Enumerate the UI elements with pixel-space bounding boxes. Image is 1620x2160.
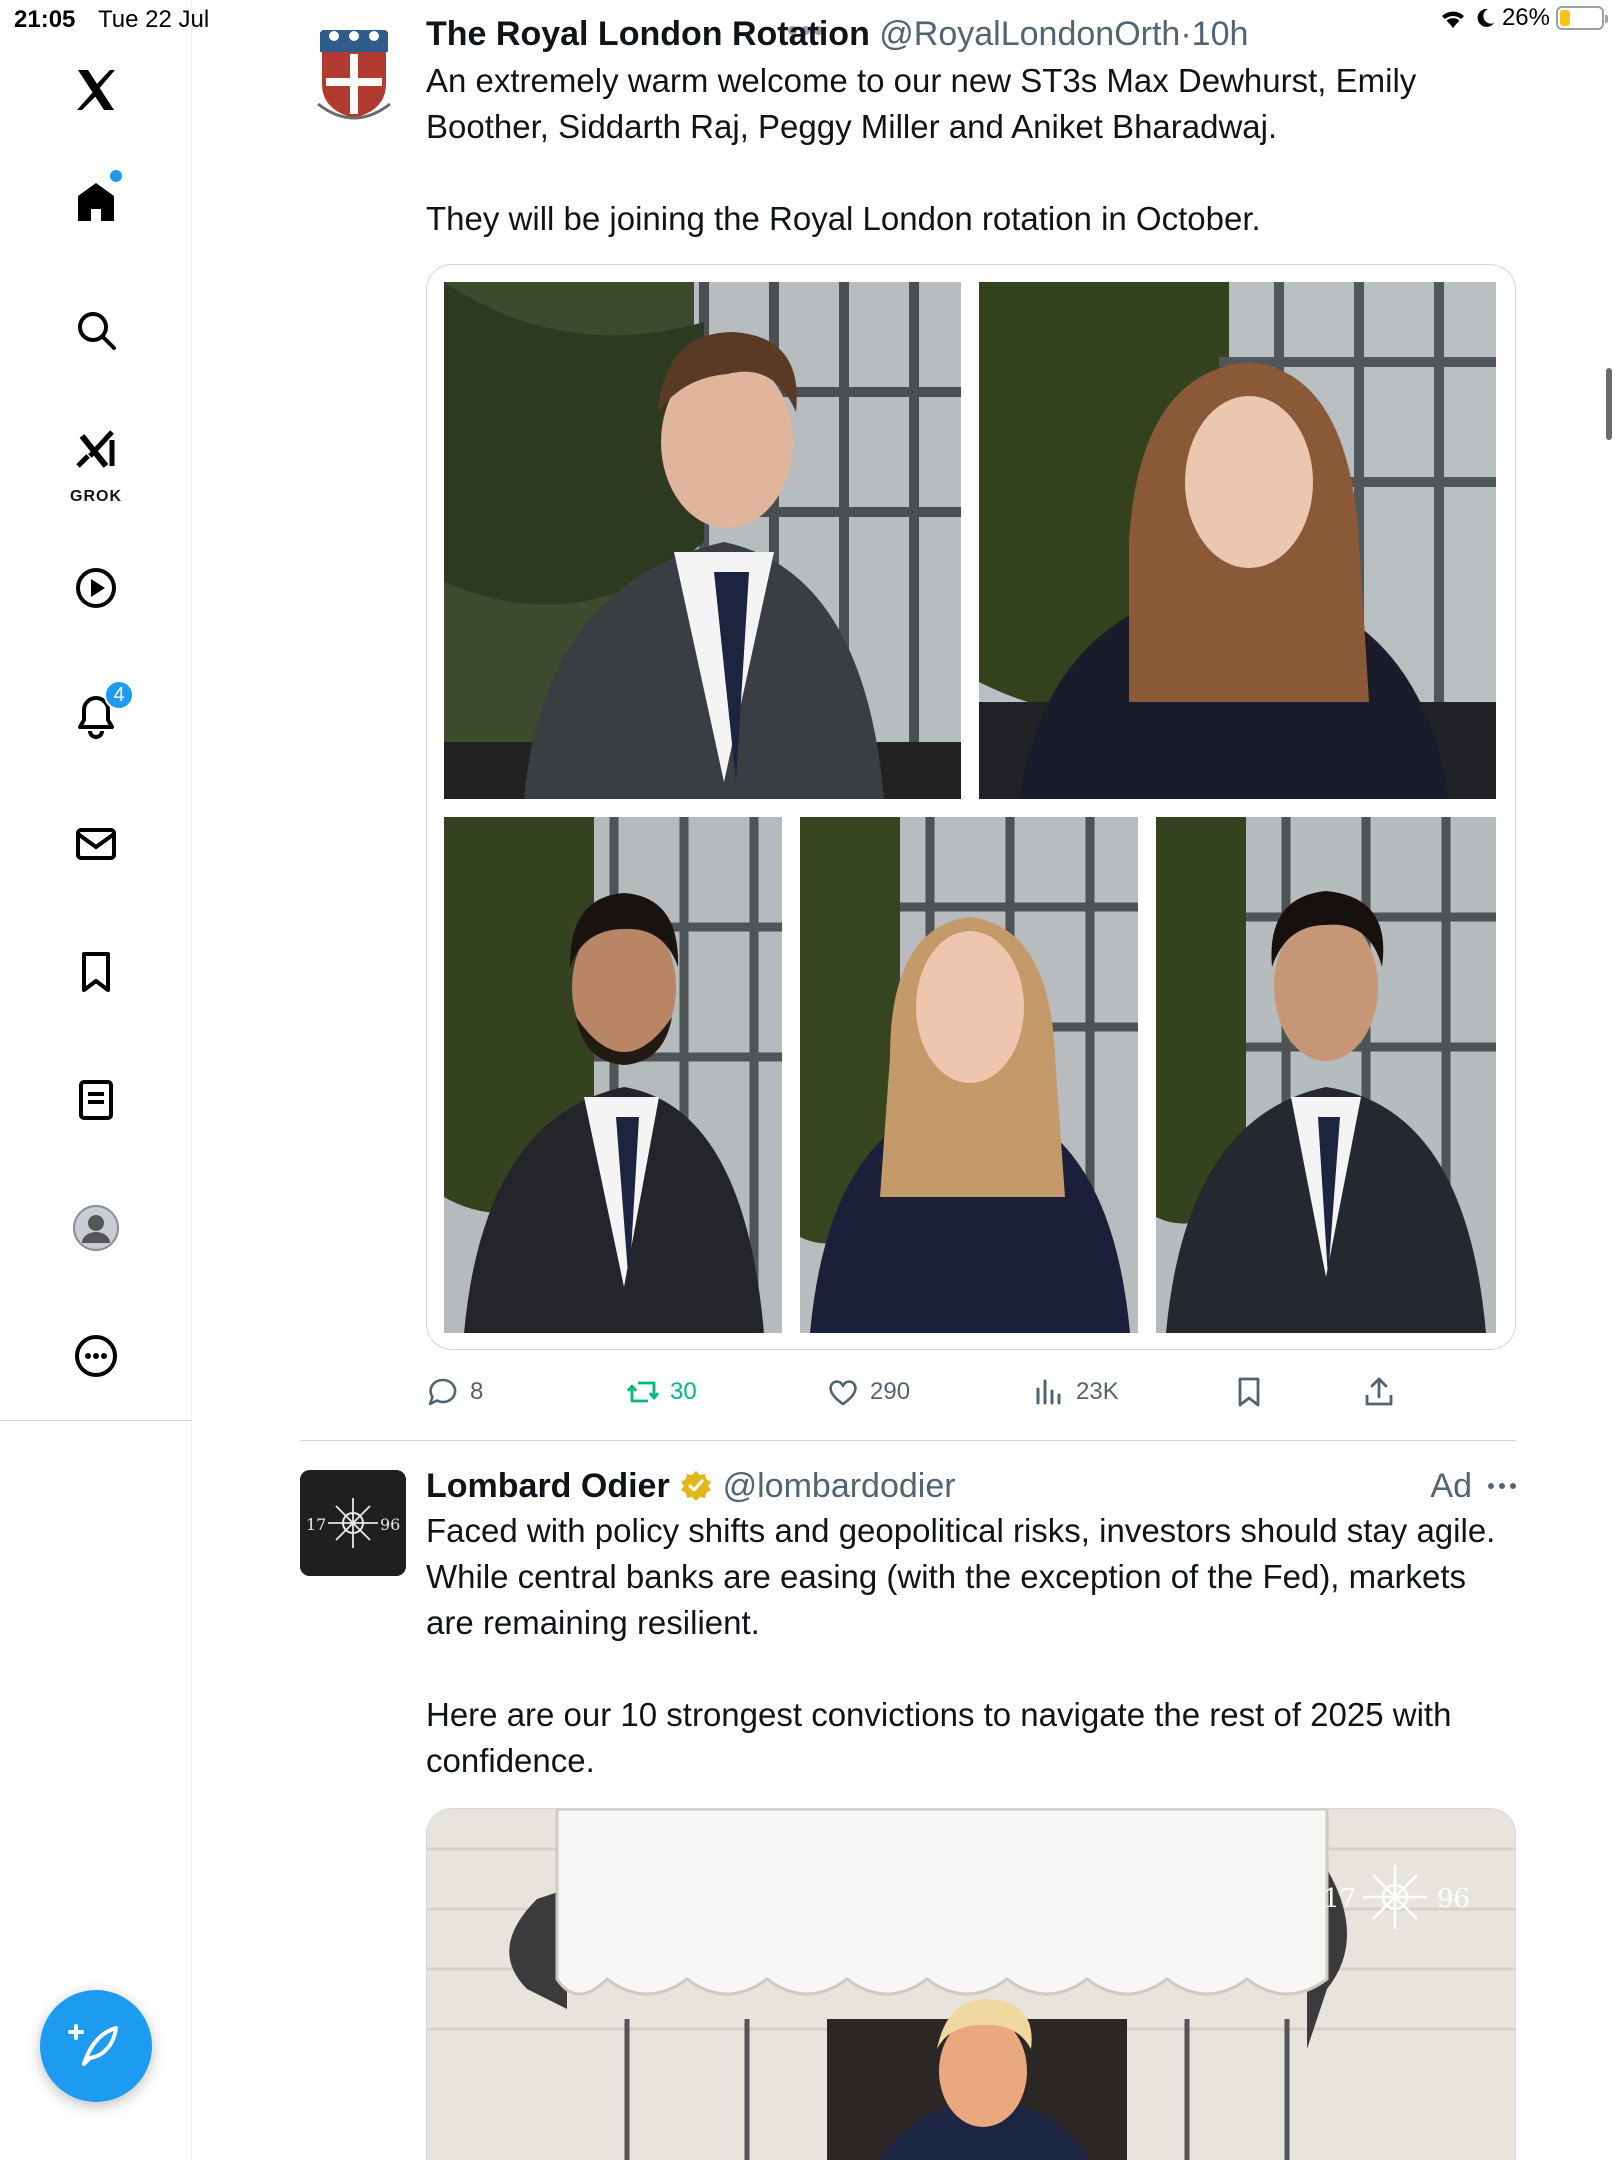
svg-text:17: 17 [306,1515,326,1534]
author-handle[interactable]: @lombardodier [723,1467,956,1505]
photo-aniket-bharadwaj[interactable] [1156,817,1496,1333]
home-icon [78,183,114,221]
x-logo-icon[interactable] [56,50,136,130]
post-time[interactable]: 10h [1192,15,1249,53]
grok-label: GROK [70,488,122,505]
tweet-lombard-odier-ad[interactable]: 17 96 Lombard Odier @lombardodier Ad Fac… [300,1466,1516,2160]
reply-button[interactable]: 8 [426,1370,483,1414]
reply-count: 8 [470,1378,484,1405]
notifications-badge: 4 [104,680,134,710]
sidebar-item-search[interactable] [56,290,136,370]
play-icon [76,568,116,608]
sidebar-item-profile[interactable] [56,1188,136,1268]
tweet-paragraph-blank [426,150,1516,196]
list-icon [79,1080,113,1120]
like-count: 290 [870,1378,911,1405]
ad-indicator: Ad [1430,1466,1516,1506]
tweet-paragraph: Here are our 10 strongest convictions to… [426,1696,1452,1779]
heart-icon [829,1380,857,1406]
lombard-odier-logo-icon: 17 96 [300,1470,406,1576]
repost-icon [626,1381,660,1403]
photo-peggy-miller[interactable] [800,817,1138,1333]
repost-button[interactable]: 30 [626,1370,697,1414]
author-name[interactable]: The Royal London Rotation [426,15,870,53]
svg-text:17: 17 [1323,1884,1356,1914]
bookmark-icon [82,952,110,992]
photo-siddarth-raj[interactable] [444,817,782,1333]
views-chart-icon [1036,1379,1061,1405]
tweet-actions: 8 30 290 23K [426,1370,1516,1414]
author-name[interactable]: Lombard Odier [426,1467,670,1505]
more-options-icon[interactable] [1488,1483,1516,1489]
avatar[interactable]: 17 96 [300,1470,406,1576]
mail-icon [76,828,116,860]
tweet-header: The Royal London Rotation @RoyalLondonOr… [426,14,1248,54]
search-icon [78,312,116,350]
sidebar-item-videos[interactable] [56,548,136,628]
sidebar-item-home[interactable] [56,162,136,242]
share-icon [1365,1377,1393,1406]
profile-avatar-icon [73,1205,119,1251]
tweet-text: An extremely warm welcome to our new ST3… [426,58,1516,242]
sidebar-nav: GROK 4 [0,0,192,2160]
avatar[interactable] [300,20,408,128]
photo-grid[interactable] [426,264,1516,1350]
tweet-header: Lombard Odier @lombardodier [426,1466,956,1506]
tweet-royal-london[interactable]: The Royal London Rotation @RoyalLondonOr… [300,14,1516,1434]
tweet-text: Faced with policy shifts and geopolitica… [426,1508,1516,1784]
dot-separator: · [1180,15,1192,53]
tweet-paragraph: They will be joining the Royal London ro… [426,200,1261,237]
battery-icon [1556,6,1608,30]
sidebar-item-grok[interactable]: GROK [56,414,136,506]
more-circle-icon [75,1335,117,1377]
view-count: 23K [1076,1378,1119,1405]
reply-icon [428,1378,457,1406]
new-posts-dot [110,170,122,182]
tweet-paragraph: An extremely warm welcome to our new ST3… [426,62,1417,145]
sidebar-item-lists[interactable] [56,1060,136,1140]
share-button[interactable] [1362,1370,1396,1414]
sidebar-item-notifications[interactable]: 4 [56,676,136,756]
sidebar-item-messages[interactable] [56,804,136,884]
bookmark-button[interactable] [1232,1370,1266,1414]
photo-max-dewhurst[interactable] [444,282,961,799]
scrollbar-thumb[interactable] [1606,368,1612,440]
author-handle[interactable]: @RoyalLondonOrth [879,15,1180,53]
tweet-paragraph-blank [426,1646,1516,1692]
repost-count: 30 [670,1378,697,1405]
sidebar-item-more[interactable] [56,1316,136,1396]
sidebar-divider [0,1420,192,1421]
photo-emily-boother[interactable] [979,282,1496,799]
compose-feather-icon [68,2024,118,2066]
compose-post-button[interactable] [40,1990,152,2102]
grok-icon [76,430,115,468]
views-button[interactable]: 23K [1032,1370,1119,1414]
sidebar-item-bookmarks[interactable] [56,932,136,1012]
ad-image[interactable]: 17 96 [426,1808,1516,2160]
verified-badge-icon [681,1471,712,1501]
like-button[interactable]: 290 [826,1370,910,1414]
bookmark-icon [1238,1377,1260,1407]
tweet-separator [300,1440,1516,1441]
svg-text:96: 96 [1437,1884,1470,1914]
crest-logo-icon [301,21,407,127]
svg-text:96: 96 [380,1515,400,1534]
ad-label: Ad [1430,1467,1472,1505]
tweet-paragraph: Faced with policy shifts and geopolitica… [426,1512,1496,1641]
